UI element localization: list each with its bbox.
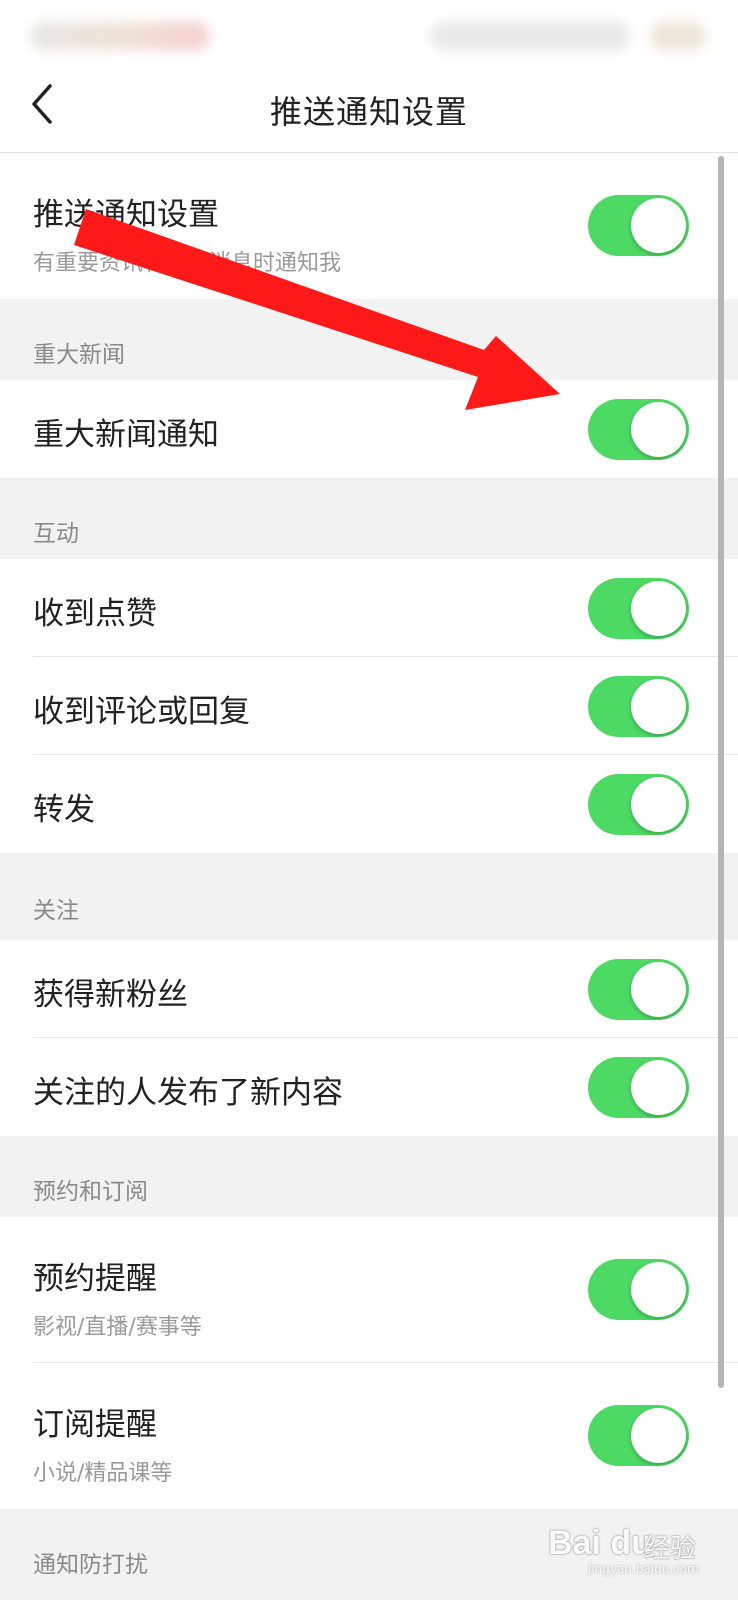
major-news-row[interactable]: 重大新闻通知: [0, 380, 738, 478]
nav-header: 推送通知设置: [0, 58, 738, 153]
toggle-knob: [631, 198, 686, 253]
reposts-row[interactable]: 转发: [0, 755, 738, 853]
new-followers-toggle[interactable]: [588, 959, 689, 1020]
master-push-row[interactable]: 推送通知设置 有重要资讯和互动消息时通知我: [0, 153, 738, 299]
new-followers-title: 获得新粉丝: [33, 977, 188, 1013]
new-followers-row[interactable]: 获得新粉丝: [0, 940, 738, 1038]
toggle-knob: [631, 581, 686, 636]
section-header-booking: 预约和订阅: [0, 1136, 738, 1217]
toggle-knob: [631, 402, 686, 457]
comments-title: 收到评论或回复: [33, 694, 250, 730]
toggle-knob: [631, 1408, 686, 1463]
watermark-cn: 经验: [644, 1534, 697, 1564]
section-header-follow: 关注: [0, 853, 738, 940]
status-bar-battery-blurred: [650, 22, 706, 50]
watermark-brand: Bai du: [548, 1524, 652, 1562]
followed-content-title: 关注的人发布了新内容: [33, 1075, 343, 1111]
comments-row[interactable]: 收到评论或回复: [0, 657, 738, 755]
section-header-major-news: 重大新闻: [0, 299, 738, 380]
likes-title: 收到点赞: [33, 596, 157, 632]
toggle-knob: [631, 1262, 686, 1317]
scrollbar[interactable]: [718, 156, 724, 1388]
followed-content-toggle[interactable]: [588, 1057, 689, 1118]
subscription-reminder-toggle[interactable]: [588, 1405, 689, 1466]
major-news-toggle[interactable]: [588, 399, 689, 460]
reposts-title: 转发: [33, 792, 95, 828]
booking-reminder-row[interactable]: 预约提醒 影视/直播/赛事等: [0, 1217, 738, 1363]
toggle-knob: [631, 679, 686, 734]
likes-row[interactable]: 收到点赞: [0, 559, 738, 657]
booking-reminder-subtitle: 影视/直播/赛事等: [33, 1315, 202, 1340]
master-push-subtitle: 有重要资讯和互动消息时通知我: [33, 251, 342, 276]
master-push-title: 推送通知设置: [33, 197, 219, 233]
booking-reminder-toggle[interactable]: [588, 1259, 689, 1320]
followed-content-row[interactable]: 关注的人发布了新内容: [0, 1038, 738, 1136]
toggle-knob: [631, 1060, 686, 1115]
toggle-knob: [631, 962, 686, 1017]
subscription-reminder-row[interactable]: 订阅提醒 小说/精品课等: [0, 1363, 738, 1509]
comments-toggle[interactable]: [588, 676, 689, 737]
likes-toggle[interactable]: [588, 578, 689, 639]
toggle-knob: [631, 777, 686, 832]
settings-list[interactable]: 推送通知设置 有重要资讯和互动消息时通知我 重大新闻 重大新闻通知 互动 收到点…: [0, 153, 738, 1600]
baidu-jingyan-watermark: Bai du 经验 jingyan.baidu.com: [548, 1520, 699, 1576]
booking-reminder-title: 预约提醒: [33, 1261, 157, 1297]
page-title: 推送通知设置: [269, 93, 468, 131]
status-bar-left-blurred: [30, 22, 210, 50]
master-push-toggle[interactable]: [588, 195, 689, 256]
subscription-reminder-subtitle: 小说/精品课等: [33, 1461, 173, 1486]
watermark-url: jingyan.baidu.com: [588, 1562, 699, 1576]
section-header-interaction: 互动: [0, 478, 738, 559]
reposts-toggle[interactable]: [588, 774, 689, 835]
subscription-reminder-title: 订阅提醒: [33, 1407, 157, 1443]
major-news-title: 重大新闻通知: [33, 417, 219, 453]
status-bar-right-blurred: [430, 22, 630, 50]
status-bar: [0, 0, 738, 58]
